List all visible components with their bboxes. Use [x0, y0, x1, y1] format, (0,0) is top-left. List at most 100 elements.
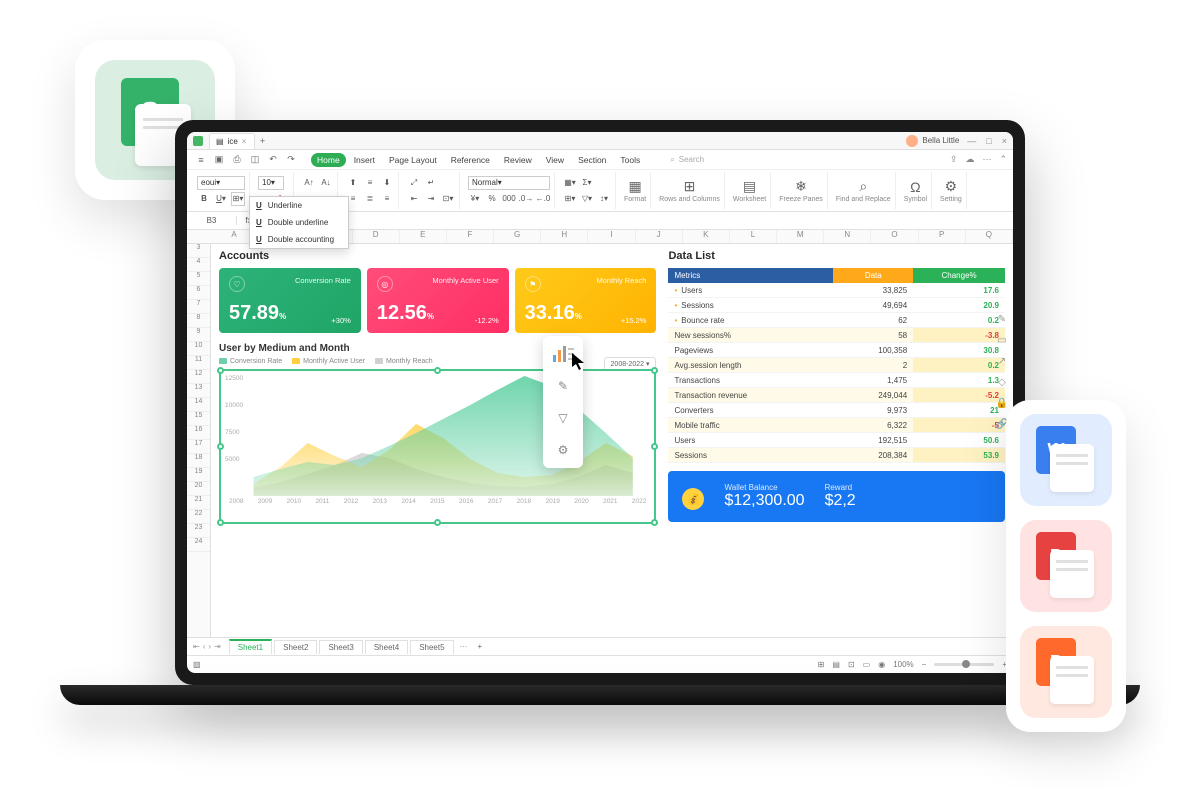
view-cells-icon[interactable]: ⊞ — [818, 660, 825, 669]
symbol-group[interactable]: ΩSymbol — [900, 172, 932, 209]
wrap-icon[interactable]: ↵ — [424, 176, 438, 190]
arrow-icon[interactable]: ↗ — [998, 356, 1006, 367]
inc-decimal-icon[interactable]: .0→ — [519, 192, 533, 206]
comma-icon[interactable]: 000 — [502, 192, 516, 206]
border-button[interactable]: ⊞▾ — [231, 192, 245, 206]
orientation-icon[interactable]: ⤢ — [407, 176, 421, 190]
percent-icon[interactable]: % — [485, 192, 499, 206]
undo-icon[interactable]: ↶ — [265, 153, 281, 167]
sheet-tab-1[interactable]: Sheet1 — [229, 639, 272, 654]
worksheet-group[interactable]: ▤Worksheet — [729, 172, 771, 209]
currency-icon[interactable]: ¥▾ — [468, 192, 482, 206]
th-metrics[interactable]: Metrics — [668, 268, 833, 283]
align-right-icon[interactable]: ≡ — [380, 192, 394, 206]
pencil-icon[interactable]: ✎ — [998, 314, 1006, 325]
freeze-group[interactable]: ❄Freeze Panes — [775, 172, 828, 209]
menu-pagelayout[interactable]: Page Layout — [383, 153, 443, 167]
table-row[interactable]: Converters9,97321 — [668, 403, 1005, 418]
table-row[interactable]: Mobile traffic6,322-5 — [668, 418, 1005, 433]
align-center-icon[interactable]: ≣ — [363, 192, 377, 206]
sort-icon[interactable]: ↕▾ — [597, 192, 611, 206]
table-row[interactable]: Avg.session length20.2 — [668, 358, 1005, 373]
sum-icon[interactable]: Σ▾ — [580, 176, 594, 190]
funnel-icon[interactable]: ▽ — [549, 406, 577, 430]
filter-icon[interactable]: ▽▾ — [580, 192, 594, 206]
share-icon[interactable]: ⇪ — [950, 154, 958, 165]
th-data[interactable]: Data — [833, 268, 913, 283]
dec-decimal-icon[interactable]: ←.0 — [536, 192, 550, 206]
search-input[interactable]: ⌕ Search — [670, 155, 704, 165]
sheet-tab-5[interactable]: Sheet5 — [410, 640, 453, 654]
indent-dec-icon[interactable]: ⇤ — [407, 192, 421, 206]
menu-review[interactable]: Review — [498, 153, 538, 167]
new-tab-button[interactable]: + — [255, 136, 269, 146]
font-select[interactable]: eoui ▾ — [197, 176, 245, 190]
next-sheet-icon[interactable]: › — [208, 642, 211, 651]
redo-icon[interactable]: ↷ — [283, 153, 299, 167]
dd-underline[interactable]: UUnderline — [250, 197, 348, 214]
more-sheets-icon[interactable]: ⋯ — [456, 642, 472, 651]
menu-reference[interactable]: Reference — [445, 153, 496, 167]
rows-cols-group[interactable]: ⊞Rows and Columns — [655, 172, 725, 209]
menu-section[interactable]: Section — [572, 153, 612, 167]
lock-icon[interactable]: 🔒 — [996, 398, 1008, 409]
table-row[interactable]: New sessions%58-3.8 — [668, 328, 1005, 343]
cloud-icon[interactable]: ☁ — [965, 154, 974, 165]
dd-double-accounting[interactable]: UDouble accounting — [250, 231, 348, 248]
table-row[interactable]: Pageviews100,35830.8 — [668, 343, 1005, 358]
maximize-icon[interactable]: □ — [986, 136, 991, 146]
align-mid-icon[interactable]: ≡ — [363, 176, 377, 190]
table-row[interactable]: Transaction revenue249,044-5.2 — [668, 388, 1005, 403]
collapse-ribbon-icon[interactable]: ⌃ — [999, 154, 1007, 165]
find-group[interactable]: ⌕Find and Replace — [832, 172, 896, 209]
zoom-out-button[interactable]: − — [922, 660, 927, 669]
preview-icon[interactable]: ◫ — [247, 153, 263, 167]
close-tab-icon[interactable]: × — [242, 137, 247, 146]
last-sheet-icon[interactable]: ⇥ — [214, 642, 221, 651]
format-group[interactable]: ▦Format — [620, 172, 651, 209]
number-format-select[interactable]: Normal ▾ — [468, 176, 550, 190]
menu-tools[interactable]: Tools — [614, 153, 646, 167]
shapes-icon[interactable]: ◇ — [998, 377, 1006, 388]
brush-icon[interactable]: ✎ — [549, 374, 577, 398]
indent-inc-icon[interactable]: ⇥ — [424, 192, 438, 206]
merge-icon[interactable]: ⊡▾ — [441, 192, 455, 206]
menu-view[interactable]: View — [540, 153, 570, 167]
zoom-slider[interactable] — [934, 663, 994, 666]
table-style-icon[interactable]: ⊞▾ — [563, 192, 577, 206]
align-top-icon[interactable]: ⬆ — [346, 176, 360, 190]
dd-double-underline[interactable]: UDouble underline — [250, 214, 348, 231]
underline-button[interactable]: U▾ — [214, 192, 228, 206]
minimize-icon[interactable]: — — [967, 136, 976, 146]
spreadsheet-grid[interactable]: 3456789101112131415161718192021222324 Ac… — [187, 244, 1013, 637]
sheet-tab-3[interactable]: Sheet3 — [319, 640, 362, 654]
table-row[interactable]: Sessions208,38453.9 — [668, 448, 1005, 463]
print-icon[interactable]: ⎙ — [229, 153, 245, 167]
view-grid-icon[interactable]: ⊡ — [848, 660, 855, 669]
setting-group[interactable]: ⚙Setting — [936, 172, 967, 209]
document-tab[interactable]: ▤ ice × — [209, 133, 255, 149]
hamburger-icon[interactable]: ≡ — [193, 153, 209, 167]
save-icon[interactable]: ▣ — [211, 153, 227, 167]
sheet-tab-4[interactable]: Sheet4 — [365, 640, 408, 654]
table-row[interactable]: Transactions1,4751.3 — [668, 373, 1005, 388]
first-sheet-icon[interactable]: ⇤ — [193, 642, 200, 651]
close-window-icon[interactable]: × — [1002, 136, 1007, 146]
cond-format-icon[interactable]: ▦▾ — [563, 176, 577, 190]
chart-object[interactable]: 125001000075005000 — [219, 369, 656, 524]
th-change[interactable]: Change% — [913, 268, 1005, 283]
select-icon[interactable]: ▭ — [997, 335, 1006, 346]
more-icon[interactable]: ⋯ — [982, 154, 991, 165]
sheet-tab-2[interactable]: Sheet2 — [274, 640, 317, 654]
status-icon[interactable]: ▧ — [193, 660, 201, 669]
prev-sheet-icon[interactable]: ‹ — [203, 642, 206, 651]
menu-insert[interactable]: Insert — [348, 153, 381, 167]
cell-reference[interactable]: B3 — [187, 216, 237, 225]
table-row[interactable]: •Bounce rate620.2 — [668, 313, 1005, 328]
view-page-icon[interactable]: ▤ — [832, 660, 840, 669]
align-bot-icon[interactable]: ⬇ — [380, 176, 394, 190]
add-sheet-button[interactable]: + — [474, 642, 487, 651]
table-row[interactable]: •Sessions49,69420.9 — [668, 298, 1005, 313]
gear-icon[interactable]: ⚙ — [549, 438, 577, 462]
table-row[interactable]: Users192,51550.6 — [668, 433, 1005, 448]
